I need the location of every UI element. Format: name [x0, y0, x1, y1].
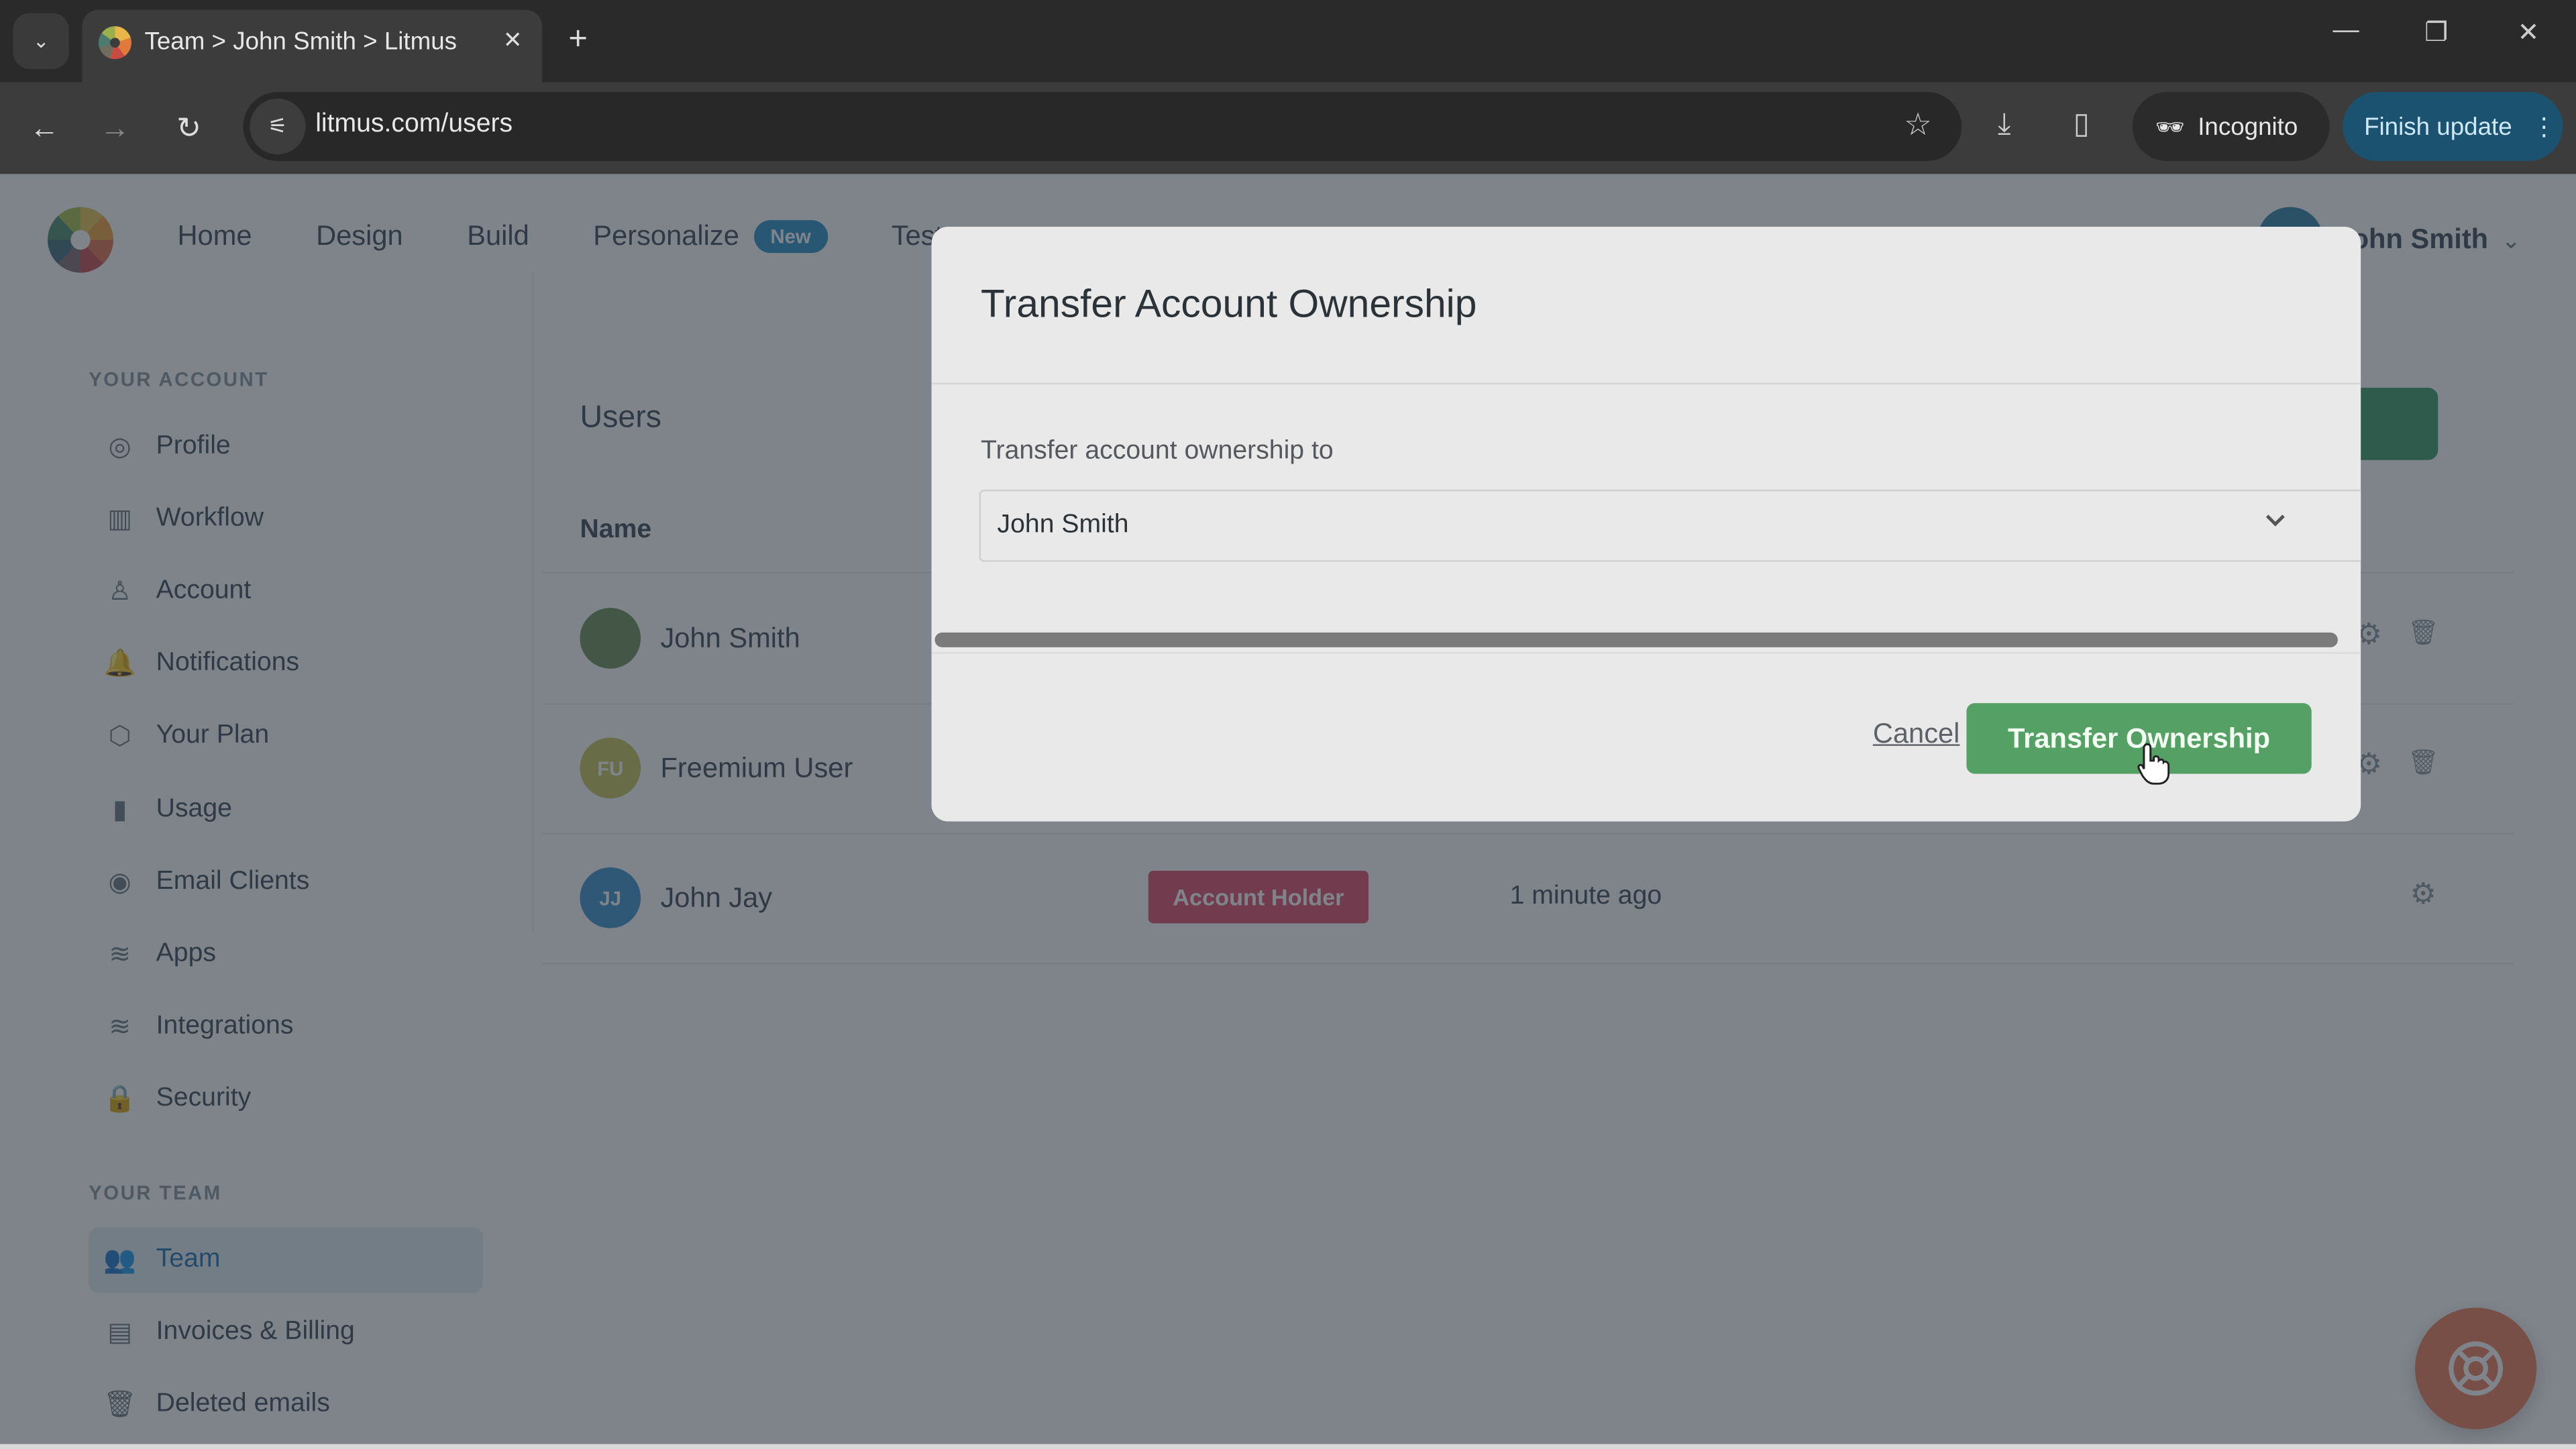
- tune-icon: ⚟: [268, 113, 288, 138]
- divider: [931, 382, 2361, 385]
- transfer-to-label: Transfer account ownership to: [981, 437, 1334, 466]
- bookmark-star-icon[interactable]: ☆: [1904, 107, 1932, 144]
- modal-title: Transfer Account Ownership: [981, 282, 1477, 327]
- close-tab-button[interactable]: ✕: [496, 23, 529, 56]
- cancel-button[interactable]: Cancel: [1873, 718, 1960, 751]
- browser-toolbar: ← → ↻ ⚟ litmus.com/users ☆ ⤓ ▯ 🕶 Incogni…: [0, 82, 2576, 174]
- restore-icon: ❐: [2424, 19, 2449, 48]
- close-icon: ✕: [2517, 19, 2540, 48]
- restore-button[interactable]: ❐: [2412, 16, 2461, 49]
- close-icon: ✕: [502, 25, 523, 52]
- plus-icon: +: [568, 21, 588, 58]
- finish-update-label: Finish update: [2364, 112, 2512, 141]
- hand-cursor-icon: [2137, 743, 2170, 785]
- reload-icon: ↻: [176, 111, 202, 144]
- download-icon[interactable]: ⤓: [1998, 107, 2011, 141]
- forward-button[interactable]: →: [92, 105, 138, 152]
- transfer-ownership-modal: Transfer Account Ownership Transfer acco…: [931, 226, 2361, 822]
- chevron-down-icon: ⌄: [32, 30, 50, 53]
- tab-search-button[interactable]: ⌄: [13, 13, 69, 69]
- more-vertical-icon: ⋮: [2532, 113, 2557, 142]
- url-text[interactable]: litmus.com/users: [315, 110, 513, 140]
- browser-tab-bar: ⌄ Team > John Smith > Litmus ✕ + — ❐ ✕: [0, 0, 2576, 83]
- back-button[interactable]: ←: [21, 105, 68, 152]
- selected-owner: John Smith: [997, 511, 1129, 539]
- page-bottom-edge: [0, 1444, 2576, 1449]
- minimize-icon: —: [2332, 16, 2359, 45]
- new-tab-button[interactable]: +: [568, 19, 588, 59]
- litmus-favicon-icon: [98, 26, 131, 60]
- finish-update-button[interactable]: Finish update ⋮: [2343, 92, 2563, 162]
- site-info-button[interactable]: ⚟: [250, 98, 306, 155]
- tab-title: Team > John Smith > Litmus: [144, 28, 458, 56]
- horizontal-scrollbar[interactable]: [934, 632, 2338, 647]
- browser-tab[interactable]: Team > John Smith > Litmus ✕: [82, 9, 543, 83]
- reload-button[interactable]: ↻: [166, 105, 212, 152]
- close-window-button[interactable]: ✕: [2504, 16, 2553, 49]
- new-owner-select[interactable]: John Smith: [979, 489, 2361, 562]
- arrow-left-icon: ←: [30, 111, 60, 144]
- side-panel-icon[interactable]: ▯: [2074, 107, 2090, 141]
- incognito-indicator[interactable]: 🕶 Incognito: [2132, 92, 2330, 162]
- incognito-icon: 🕶: [2155, 112, 2185, 139]
- minimize-button[interactable]: —: [2321, 16, 2370, 46]
- address-bar[interactable]: ⚟ litmus.com/users ☆: [243, 92, 1962, 162]
- incognito-label: Incognito: [2198, 112, 2298, 141]
- arrow-right-icon: →: [100, 111, 130, 144]
- chevron-down-icon: [2262, 508, 2288, 542]
- divider: [931, 652, 2361, 654]
